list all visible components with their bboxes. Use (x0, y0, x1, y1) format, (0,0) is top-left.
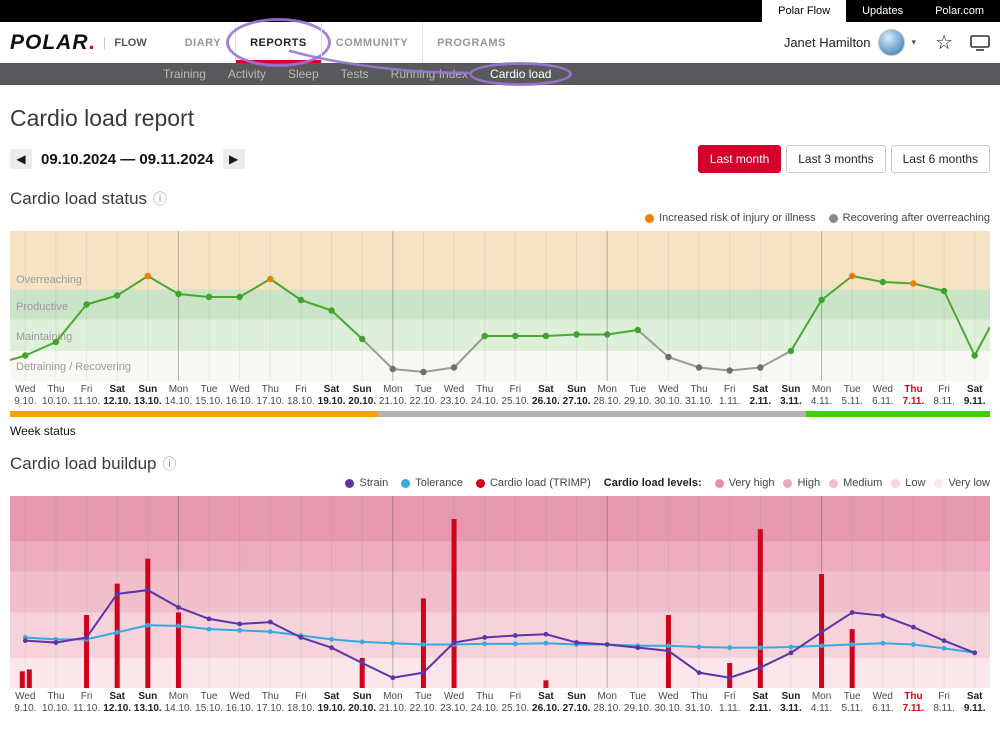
nav-item-reports[interactable]: REPORTS (235, 22, 321, 63)
legend-trimp: Cardio load (TRIMP) (476, 477, 591, 489)
status-chart-area: OverreachingProductiveMaintainingDetrain… (10, 231, 990, 438)
legend-level-high-label: High (797, 477, 820, 489)
buildup-section-head: Cardio load buildup ⓘ (10, 454, 990, 474)
x-axis-label: Sat9.11. (954, 691, 996, 715)
chevron-down-icon[interactable]: ▾ (912, 37, 917, 48)
subnav-item-sleep[interactable]: Sleep (277, 67, 330, 81)
nav-item-reports-label: REPORTS (250, 37, 307, 49)
last-6-months-button[interactable]: Last 6 months (891, 145, 990, 173)
tolerance-dot-icon (401, 479, 410, 488)
legend-level-medium: Medium (829, 477, 882, 489)
legend-strain: Strain (345, 477, 388, 489)
nav-item-programs[interactable]: PROGRAMS (422, 22, 520, 63)
legend-increased-risk: Increased risk of injury or illness (645, 212, 816, 224)
legend-trimp-label: Cardio load (TRIMP) (490, 477, 591, 489)
polar-logo[interactable]: POLAR. FLOW (10, 22, 147, 63)
favorites-star-icon[interactable]: ☆ (935, 33, 953, 53)
cardio-load-levels-label: Cardio load levels: (604, 477, 702, 489)
legend-level-medium-label: Medium (843, 477, 882, 489)
week-status-segment (806, 411, 990, 417)
x-axis-label: Sat9.11. (954, 384, 996, 408)
logo-text: POLAR (10, 31, 89, 54)
buildup-section-title: Cardio load buildup (10, 454, 157, 474)
last-month-button[interactable]: Last month (698, 145, 781, 173)
monitor-icon[interactable] (970, 35, 990, 51)
subnav-item-cardio-load-label: Cardio load (490, 67, 551, 81)
page-title: Cardio load report (10, 105, 990, 132)
user-name[interactable]: Janet Hamilton (784, 35, 871, 50)
legend-strain-label: Strain (359, 477, 388, 489)
high-dot-icon (783, 479, 792, 488)
legend-level-low-label: Low (905, 477, 925, 489)
legend-tolerance-label: Tolerance (415, 477, 463, 489)
legend-level-high: High (783, 477, 820, 489)
topbar-tab-updates[interactable]: Updates (846, 0, 919, 22)
subnav-item-activity[interactable]: Activity (217, 67, 277, 81)
cardio-load-buildup-chart[interactable] (10, 496, 990, 688)
very-high-dot-icon (715, 479, 724, 488)
legend-recovering: Recovering after overreaching (829, 212, 990, 224)
date-range-row: ◀ 09.10.2024 — 09.11.2024 ▶ Last month L… (10, 145, 990, 173)
very-low-dot-icon (934, 479, 943, 488)
strain-dot-icon (345, 479, 354, 488)
svg-text:Detraining / Recovering: Detraining / Recovering (16, 361, 131, 373)
cardio-load-status-chart[interactable]: OverreachingProductiveMaintainingDetrain… (10, 231, 990, 381)
status-info-icon[interactable]: ⓘ (153, 192, 167, 206)
status-section-head: Cardio load status ⓘ (10, 189, 990, 209)
week-status-segment (378, 411, 807, 417)
legend-level-very-low-label: Very low (948, 477, 990, 489)
status-legend: Increased risk of injury or illness Reco… (10, 211, 990, 225)
legend-level-low: Low (891, 477, 925, 489)
date-range-text: 09.10.2024 — 09.11.2024 (41, 151, 214, 168)
subnav-item-tests[interactable]: Tests (330, 67, 380, 81)
status-x-axis: Wed9.10.Thu10.10.Fri11.10.Sat12.10.Sun13… (10, 384, 990, 410)
status-section-title: Cardio load status (10, 189, 147, 209)
flow-brand-label: FLOW (104, 37, 146, 49)
header-user-area: Janet Hamilton ▾ ☆ (784, 22, 990, 63)
legend-increased-risk-label: Increased risk of injury or illness (659, 212, 816, 224)
medium-dot-icon (829, 479, 838, 488)
legend-tolerance: Tolerance (401, 477, 463, 489)
range-buttons: Last month Last 3 months Last 6 months (698, 145, 990, 173)
subnav-item-training[interactable]: Training (152, 67, 217, 81)
svg-text:Overreaching: Overreaching (16, 274, 82, 286)
legend-recovering-label: Recovering after overreaching (843, 212, 990, 224)
next-period-button[interactable]: ▶ (223, 149, 245, 169)
topbar: Polar Flow Updates Polar.com (0, 0, 1000, 22)
header: POLAR. FLOW DIARY REPORTS COMMUNITY PROG… (0, 22, 1000, 63)
nav-item-community[interactable]: COMMUNITY (321, 22, 422, 63)
recovering-dot-icon (829, 214, 838, 223)
increased-risk-dot-icon (645, 214, 654, 223)
week-status-bar (10, 411, 990, 417)
subnav-item-cardio-load[interactable]: Cardio load (479, 67, 562, 81)
nav-item-diary[interactable]: DIARY (171, 22, 235, 63)
subnav-item-running-index[interactable]: Running Index (380, 67, 479, 81)
topbar-tab-polar-com[interactable]: Polar.com (919, 0, 1000, 22)
buildup-info-icon[interactable]: ⓘ (163, 457, 177, 471)
logo-red-dot: . (89, 31, 96, 54)
cardio-load-levels-legend: Very high High Medium Low Very low (715, 477, 990, 489)
avatar[interactable] (878, 29, 905, 56)
trimp-dot-icon (476, 479, 485, 488)
week-status-label: Week status (10, 424, 990, 438)
prev-period-button[interactable]: ◀ (10, 149, 32, 169)
last-3-months-button[interactable]: Last 3 months (786, 145, 885, 173)
buildup-chart-area: Wed9.10.Thu10.10.Fri11.10.Sat12.10.Sun13… (10, 496, 990, 717)
main-nav: DIARY REPORTS COMMUNITY PROGRAMS (171, 22, 520, 63)
buildup-legend: Strain Tolerance Cardio load (TRIMP) Car… (10, 476, 990, 490)
page-content: Cardio load report ◀ 09.10.2024 — 09.11.… (0, 105, 1000, 717)
low-dot-icon (891, 479, 900, 488)
week-status-segment (10, 411, 378, 417)
buildup-x-axis: Wed9.10.Thu10.10.Fri11.10.Sat12.10.Sun13… (10, 691, 990, 717)
legend-level-very-high-label: Very high (729, 477, 775, 489)
legend-level-very-high: Very high (715, 477, 775, 489)
report-subnav: Training Activity Sleep Tests Running In… (0, 63, 1000, 85)
svg-text:Productive: Productive (16, 301, 68, 313)
topbar-tab-polar-flow[interactable]: Polar Flow (762, 0, 846, 22)
legend-level-very-low: Very low (934, 477, 990, 489)
